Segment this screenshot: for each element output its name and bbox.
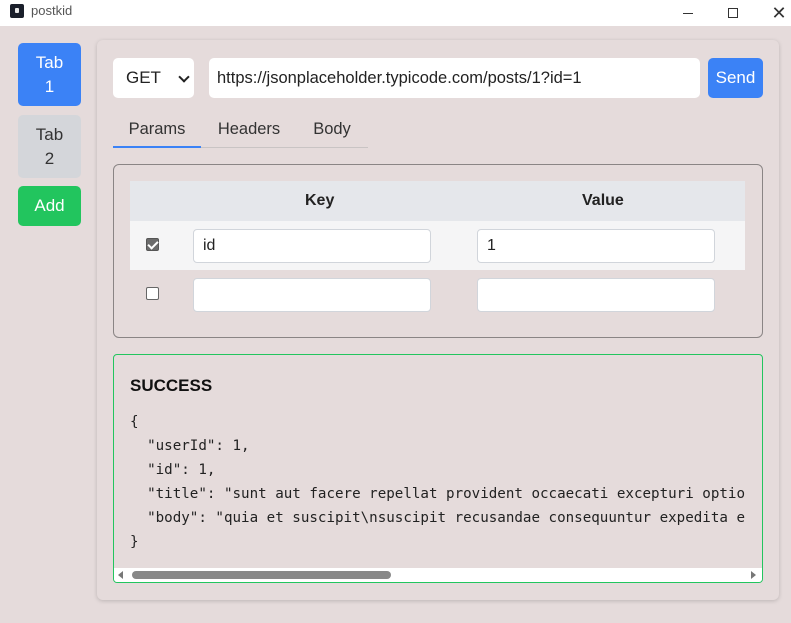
param-key-input[interactable]: id: [193, 229, 431, 263]
response-panel: SUCCESS { "userId": 1, "id": 1, "title":…: [113, 354, 763, 583]
param-value-input[interactable]: 1: [477, 229, 715, 263]
tab-1-label: Tab: [35, 52, 64, 72]
window-title: postkid: [31, 3, 73, 18]
code-line: "title": "sunt aut facere repellat provi…: [130, 486, 745, 502]
table-row: [130, 270, 745, 319]
scroll-left-arrow-icon[interactable]: [118, 571, 123, 579]
chevron-down-icon: [178, 71, 190, 83]
tab-2-number: 2: [44, 148, 55, 168]
send-button[interactable]: Send: [708, 58, 763, 98]
tab-1-number: 1: [44, 76, 55, 96]
table-row: id 1: [130, 221, 745, 270]
key-column-header: Key: [305, 192, 335, 209]
response-status: SUCCESS: [130, 376, 213, 395]
param-value-input[interactable]: [477, 278, 715, 312]
minimize-button[interactable]: [665, 0, 711, 26]
code-line: {: [130, 414, 139, 430]
app-logo-icon: [10, 4, 24, 18]
scrollbar-thumb[interactable]: [132, 571, 391, 579]
method-value: GET: [126, 68, 161, 87]
maximize-button[interactable]: [710, 0, 756, 26]
request-tabs: Params Headers Body: [113, 112, 368, 148]
response-body: { "userId": 1, "id": 1, "title": "sunt a…: [130, 410, 762, 554]
tab-params[interactable]: Params: [113, 112, 201, 148]
params-table-header: Key Value: [130, 181, 745, 221]
code-line: }: [130, 534, 139, 550]
horizontal-scrollbar[interactable]: [114, 568, 762, 582]
url-input[interactable]: https://jsonplaceholder.typicode.com/pos…: [209, 58, 700, 98]
tab-body[interactable]: Body: [297, 112, 367, 147]
minimize-icon: [683, 12, 693, 14]
value-column-header: Value: [582, 192, 624, 209]
close-icon: ✕: [771, 2, 787, 24]
param-enabled-checkbox[interactable]: [146, 287, 159, 300]
maximize-icon: [728, 8, 738, 18]
param-key-input[interactable]: [193, 278, 431, 312]
scroll-right-arrow-icon[interactable]: [751, 571, 756, 579]
tab-1-button[interactable]: Tab 1: [18, 43, 81, 106]
tab-headers[interactable]: Headers: [205, 112, 293, 147]
add-tab-button[interactable]: Add: [18, 186, 81, 226]
code-line: "body": "quia et suscipit\nsuscipit recu…: [130, 510, 745, 526]
code-line: "id": 1,: [130, 462, 216, 478]
method-select[interactable]: GET: [113, 58, 194, 98]
tab-2-button[interactable]: Tab 2: [18, 115, 81, 178]
title-bar: postkid ✕: [0, 0, 791, 26]
code-line: "userId": 1,: [130, 438, 250, 454]
tab-2-label: Tab: [35, 124, 64, 144]
close-button[interactable]: ✕: [756, 0, 791, 26]
param-enabled-checkbox[interactable]: [146, 238, 159, 251]
